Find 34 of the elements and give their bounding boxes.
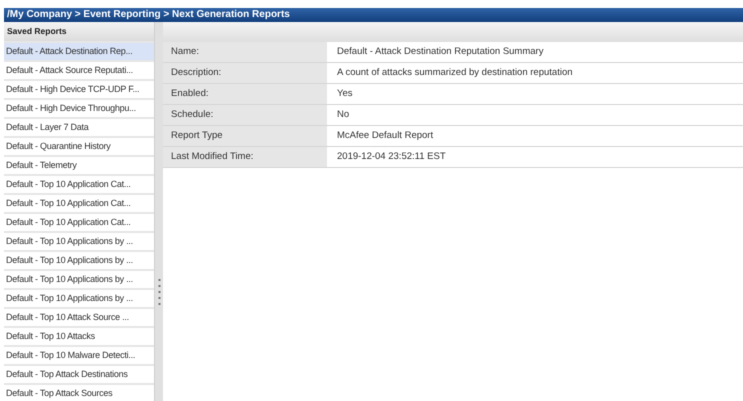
report-list-item[interactable]: Default - Attack Source Reputati... (4, 62, 154, 79)
report-list-item[interactable]: Default - Top 10 Attack Source ... (4, 309, 154, 326)
report-list-item[interactable]: Default - Top 10 Applications by ... (4, 233, 154, 250)
field-value: No (336, 108, 350, 122)
report-list-item[interactable]: Default - Top 10 Attacks (4, 328, 154, 345)
report-list-item[interactable]: Default - Layer 7 Data (4, 119, 154, 136)
field-value: Default - Attack Destination Reputation Summary (336, 45, 544, 59)
report-list-item[interactable]: Default - Top 10 Malware Detecti... (4, 347, 154, 364)
report-list-item[interactable]: Default - High Device Throughpu... (4, 100, 154, 117)
report-list-item[interactable]: Default - Telemetry (4, 157, 154, 174)
field-value: Yes (336, 87, 354, 101)
splitter-grip-icon[interactable] (158, 278, 160, 306)
report-list-item[interactable]: Default - Quarantine History (4, 138, 154, 155)
report-list-item[interactable]: Default - Top 10 Application Cat... (4, 195, 154, 212)
report-list-item[interactable]: Default - Top 10 Applications by ... (4, 290, 154, 307)
field-label: Enabled: (163, 84, 328, 104)
panel-header: Saved Reports (4, 22, 154, 41)
field-label: Report Type (163, 126, 328, 146)
report-list-item[interactable]: Default - Top 10 Application Cat... (4, 176, 154, 193)
field-label: Name: (163, 42, 328, 62)
field-label: Last Modified Time: (163, 147, 328, 167)
field-value: McAfee Default Report (336, 129, 434, 143)
report-list-item[interactable]: Default - Top Attack Sources (4, 385, 154, 401)
field-label: Description: (163, 63, 328, 83)
report-list-item[interactable]: Default - Top 10 Application Cat... (4, 214, 154, 231)
field-label: Schedule: (163, 105, 328, 125)
field-value: A count of attacks summarized by destination reputation (336, 66, 574, 80)
breadcrumb-bar: /My Company > Event Reporting > Next Generation Reports (4, 8, 743, 22)
report-list-item[interactable]: Default - High Device TCP-UDP F... (4, 81, 154, 98)
report-list-item[interactable]: Default - Top 10 Applications by ... (4, 252, 154, 269)
report-list-item[interactable]: Default - Top Attack Destinations (4, 366, 154, 383)
field-value: 2019-12-04 23:52:11 EST (336, 150, 447, 164)
report-list-item[interactable]: Default - Top 10 Applications by ... (4, 271, 154, 288)
report-list-item[interactable]: Default - Attack Destination Rep... (4, 43, 154, 60)
